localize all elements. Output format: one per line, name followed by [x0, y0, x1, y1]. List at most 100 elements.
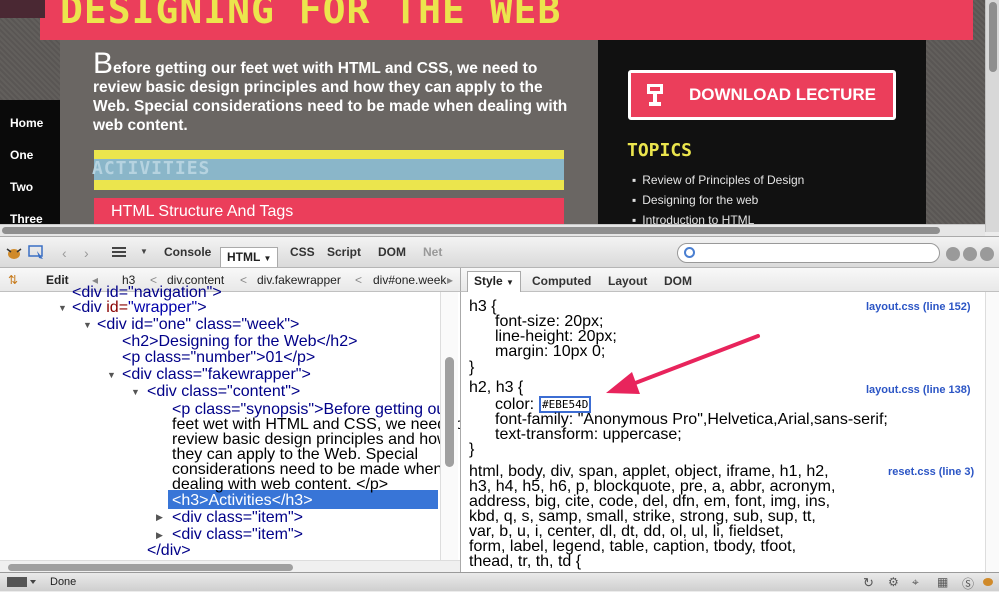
css-brace: } — [469, 441, 475, 458]
tab-console[interactable]: Console — [164, 245, 211, 259]
tab-style[interactable]: Style ▼ — [467, 271, 521, 292]
expand-triangle-icon[interactable]: ▼ — [107, 370, 116, 380]
status-text: Done — [50, 576, 77, 588]
css-property[interactable]: font-family: "Anonymous Pro",Helvetica,A… — [495, 412, 888, 428]
tab-dom[interactable]: DOM — [378, 245, 406, 259]
activities-heading: ACTIVITIES — [92, 158, 211, 179]
css-property[interactable]: margin: 10px 0; — [495, 344, 605, 360]
html-node[interactable]: <div class="item"> — [172, 510, 303, 526]
edit-icon[interactable]: ⇅ — [8, 273, 18, 287]
html-text: they can apply to the Web. Special — [172, 446, 419, 463]
expand-triangle-icon[interactable]: ▼ — [83, 320, 92, 330]
download-icon — [645, 83, 665, 107]
nav-link-one[interactable]: One — [10, 148, 33, 162]
html-node[interactable]: <p class="synopsis">Before getting our — [172, 402, 451, 418]
topic-item[interactable]: Review of Principles of Design — [632, 173, 804, 187]
detach-icon[interactable] — [963, 247, 977, 261]
css-property[interactable]: font-size: 20px; — [495, 314, 604, 330]
addon-icon[interactable]: ⚙ — [888, 575, 899, 589]
css-selector-line: form, label, legend, table, caption, tbo… — [469, 538, 797, 555]
forward-arrow-icon[interactable]: › — [84, 245, 89, 261]
grid-icon[interactable]: ▦ — [937, 575, 948, 589]
close-icon[interactable] — [980, 247, 994, 261]
status-bar: Done ↻ ⚙ ⌖ ▦ Ⓢ — [0, 572, 999, 591]
css-selector: h3 { — [469, 298, 497, 315]
tab-css[interactable]: CSS — [290, 245, 315, 259]
synopsis-body: efore getting our feet wet with HTML and… — [93, 60, 568, 134]
back-arrow-icon[interactable]: ‹ — [62, 245, 67, 261]
html-node[interactable]: </div> — [147, 543, 191, 559]
css-selector-line: html, body, div, span, applet, object, i… — [469, 463, 829, 480]
crumb-separator: < — [355, 273, 363, 287]
expand-triangle-icon[interactable]: ▼ — [131, 387, 140, 397]
html-pane-vertical-scrollbar[interactable] — [440, 292, 458, 562]
style-pane-vertical-scrollbar[interactable] — [985, 292, 999, 572]
firebug-status-icon[interactable] — [982, 575, 994, 590]
tab-layout[interactable]: Layout — [608, 274, 647, 288]
page-horizontal-scrollbar[interactable] — [0, 224, 985, 236]
crumb-div-one-week[interactable]: div#one.week — [373, 273, 448, 287]
css-source-link[interactable]: layout.css (line 152) — [866, 301, 971, 313]
html-node[interactable]: <div id="wrapper"> — [72, 300, 207, 316]
html-text: feet wet with HTML and CSS, we need to — [172, 416, 464, 433]
tab-computed[interactable]: Computed — [532, 274, 591, 288]
status-menu-icon[interactable] — [6, 576, 38, 591]
tab-script[interactable]: Script — [327, 245, 361, 259]
html-node[interactable]: <p class="number">01</p> — [122, 350, 315, 366]
html-node[interactable]: <div class="content"> — [147, 384, 300, 400]
html-node[interactable]: <div class="fakewrapper"> — [122, 367, 311, 383]
side-panel-tabs: Computed Layout DOM — [460, 268, 999, 292]
nav-link-home[interactable]: Home — [10, 116, 43, 130]
html-node[interactable]: <h2>Designing for the Web</h2> — [122, 334, 357, 350]
collapsed-triangle-icon[interactable]: ▶ — [156, 530, 163, 541]
breadcrumb: ⇅ Edit ◂ h3 < div.content < div.fakewrap… — [0, 268, 460, 292]
crumb-scroll-right-icon[interactable]: ▸ — [447, 273, 453, 287]
edit-button[interactable]: Edit — [46, 273, 69, 287]
annotation-arrow-icon — [606, 334, 760, 394]
search-icon — [684, 247, 695, 258]
html-node[interactable]: <div class="item"> — [172, 527, 303, 543]
firebug-icon[interactable] — [6, 246, 22, 265]
search-input[interactable] — [677, 243, 940, 263]
tab-style-label: Style — [474, 274, 503, 288]
synopsis-text: Before getting our feet wet with HTML an… — [93, 49, 571, 135]
banner-corner — [0, 0, 45, 18]
item-heading[interactable]: HTML Structure And Tags — [111, 203, 293, 221]
s-icon[interactable]: Ⓢ — [962, 575, 974, 592]
dropdown-arrow-icon[interactable]: ▼ — [140, 247, 148, 256]
html-node[interactable]: <div id="navigation"> — [72, 285, 222, 301]
html-node-selected[interactable]: <h3>Activities</h3> — [172, 493, 313, 509]
collapsed-triangle-icon[interactable]: ▶ — [156, 512, 163, 523]
css-selector: h2, h3 { — [469, 379, 524, 396]
html-text: considerations need to be made when — [172, 461, 443, 478]
download-lecture-button[interactable]: DOWNLOAD LECTURE — [628, 70, 896, 120]
css-source-link[interactable]: reset.css (line 3) — [888, 466, 974, 478]
synopsis-dropcap: B — [93, 47, 114, 80]
css-selector-line: address, big, cite, code, del, dfn, em, … — [469, 493, 831, 510]
css-selector-line: var, b, u, i, center, dl, dt, dd, ol, ul… — [469, 523, 784, 540]
expand-triangle-icon[interactable]: ▼ — [58, 303, 67, 313]
minimize-icon[interactable] — [946, 247, 960, 261]
html-pane-horizontal-scrollbar[interactable] — [0, 560, 460, 572]
tab-net[interactable]: Net — [423, 245, 442, 259]
menu-lines-icon[interactable] — [112, 245, 126, 263]
tab-html[interactable]: HTML ▼ — [220, 247, 279, 267]
refresh-icon[interactable]: ↻ — [863, 575, 874, 591]
crumb-div-fakewrapper[interactable]: div.fakewrapper — [257, 273, 341, 287]
html-text: dealing with web content. </p> — [172, 476, 389, 493]
css-selector-line: thead, tr, th, td { — [469, 553, 582, 570]
zoom-icon[interactable]: ⌖ — [912, 575, 919, 590]
tab-html-label: HTML — [227, 250, 261, 264]
css-property-name[interactable]: color: — [495, 397, 534, 413]
banner-title: DESIGNING FOR THE WEB — [60, 0, 562, 32]
topic-item[interactable]: Designing for the web — [632, 193, 758, 207]
inspect-icon[interactable] — [28, 245, 46, 266]
nav-link-two[interactable]: Two — [10, 180, 33, 194]
css-property[interactable]: text-transform: uppercase; — [495, 427, 682, 443]
css-source-link[interactable]: layout.css (line 138) — [866, 384, 971, 396]
left-navigation: Home One Two Three — [0, 100, 60, 232]
page-vertical-scrollbar[interactable] — [985, 0, 999, 232]
tab-side-dom[interactable]: DOM — [664, 274, 692, 288]
css-brace: } — [469, 359, 475, 376]
html-node[interactable]: <div id="one" class="week"> — [97, 317, 299, 333]
